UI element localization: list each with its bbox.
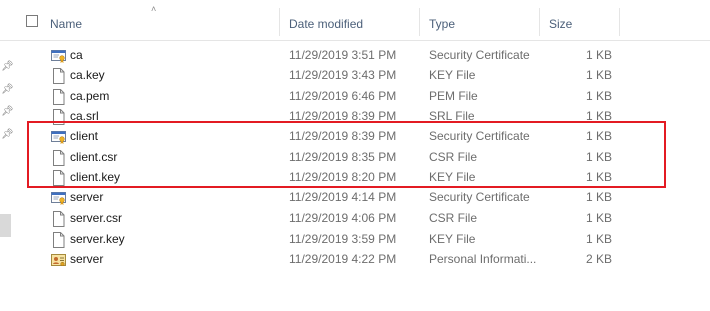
file-name: server.csr — [70, 211, 123, 225]
column-divider[interactable] — [419, 8, 420, 36]
file-type: KEY File — [429, 232, 476, 246]
file-size: 1 KB — [585, 211, 612, 225]
column-date-header[interactable]: Date modified — [289, 17, 363, 31]
file-name: client.csr — [70, 150, 118, 164]
file-icon — [51, 89, 66, 105]
file-icon — [51, 68, 66, 84]
file-type: SRL File — [429, 109, 475, 123]
file-size: 1 KB — [585, 48, 612, 62]
column-name-header[interactable]: Name — [50, 17, 82, 31]
file-name: ca.pem — [70, 89, 110, 103]
file-type: Security Certificate — [429, 129, 530, 143]
file-icon — [51, 232, 66, 248]
file-icon — [51, 211, 66, 227]
file-row[interactable]: client.key 11/29/2019 8:20 PM KEY File 1… — [0, 167, 710, 187]
column-divider[interactable] — [279, 8, 280, 36]
file-date: 11/29/2019 3:59 PM — [289, 232, 397, 246]
file-name: client — [70, 129, 99, 143]
file-size: 1 KB — [585, 232, 612, 246]
file-row[interactable]: ca 11/29/2019 3:51 PM Security Certifica… — [0, 45, 710, 65]
file-size: 1 KB — [585, 190, 612, 204]
file-date: 11/29/2019 3:43 PM — [289, 68, 397, 82]
file-row[interactable]: server 11/29/2019 4:22 PM Personal Infor… — [0, 249, 710, 269]
certificate-icon — [51, 190, 66, 206]
file-type: KEY File — [429, 170, 476, 184]
column-type-header[interactable]: Type — [429, 17, 455, 31]
file-size: 1 KB — [585, 170, 612, 184]
file-type: PEM File — [429, 89, 478, 103]
file-size: 1 KB — [585, 68, 612, 82]
file-row[interactable]: client.csr 11/29/2019 8:35 PM CSR File 1… — [0, 147, 710, 167]
file-date: 11/29/2019 3:51 PM — [289, 48, 397, 62]
file-name: ca.srl — [70, 109, 99, 123]
certificate-icon — [51, 48, 66, 64]
certificate-icon — [51, 129, 66, 145]
file-icon — [51, 150, 66, 166]
file-type: Security Certificate — [429, 190, 530, 204]
column-divider[interactable] — [539, 8, 540, 36]
column-header: ˄ Name Date modified Type Size — [0, 0, 710, 41]
file-name: client.key — [70, 170, 121, 184]
file-name: server.key — [70, 232, 125, 246]
file-size: 1 KB — [585, 129, 612, 143]
file-name: ca — [70, 48, 83, 62]
file-type: Personal Informati... — [429, 252, 537, 266]
file-row[interactable]: client 11/29/2019 8:39 PM Security Certi… — [0, 126, 710, 146]
file-row[interactable]: server 11/29/2019 4:14 PM Security Certi… — [0, 187, 710, 207]
file-date: 11/29/2019 8:39 PM — [289, 129, 397, 143]
file-size: 1 KB — [585, 109, 612, 123]
file-name: ca.key — [70, 68, 105, 82]
file-date: 11/29/2019 8:35 PM — [289, 150, 397, 164]
column-divider[interactable] — [619, 8, 620, 36]
file-type: CSR File — [429, 150, 478, 164]
file-row[interactable]: ca.key 11/29/2019 3:43 PM KEY File 1 KB — [0, 65, 710, 85]
file-size: 1 KB — [585, 89, 612, 103]
file-date: 11/29/2019 4:14 PM — [289, 190, 397, 204]
file-date: 11/29/2019 8:20 PM — [289, 170, 397, 184]
file-icon — [51, 170, 66, 186]
file-size: 1 KB — [585, 150, 612, 164]
file-date: 11/29/2019 4:06 PM — [289, 211, 397, 225]
file-row[interactable]: server.csr 11/29/2019 4:06 PM CSR File 1… — [0, 208, 710, 228]
file-date: 11/29/2019 6:46 PM — [289, 89, 397, 103]
file-date: 11/29/2019 4:22 PM — [289, 252, 397, 266]
file-type: CSR File — [429, 211, 478, 225]
personal-information-icon — [51, 252, 66, 268]
file-name: server — [70, 252, 104, 266]
select-all-checkbox[interactable] — [26, 15, 38, 27]
column-size-header[interactable]: Size — [549, 17, 572, 31]
file-size: 2 KB — [585, 252, 612, 266]
file-date: 11/29/2019 8:39 PM — [289, 109, 397, 123]
file-row[interactable]: ca.pem 11/29/2019 6:46 PM PEM File 1 KB — [0, 86, 710, 106]
file-type: Security Certificate — [429, 48, 530, 62]
file-icon — [51, 109, 66, 125]
sort-ascending-icon[interactable]: ˄ — [151, 4, 156, 14]
file-type: KEY File — [429, 68, 476, 82]
file-row[interactable]: ca.srl 11/29/2019 8:39 PM SRL File 1 KB — [0, 106, 710, 126]
file-row[interactable]: server.key 11/29/2019 3:59 PM KEY File 1… — [0, 229, 710, 249]
file-name: server — [70, 190, 104, 204]
